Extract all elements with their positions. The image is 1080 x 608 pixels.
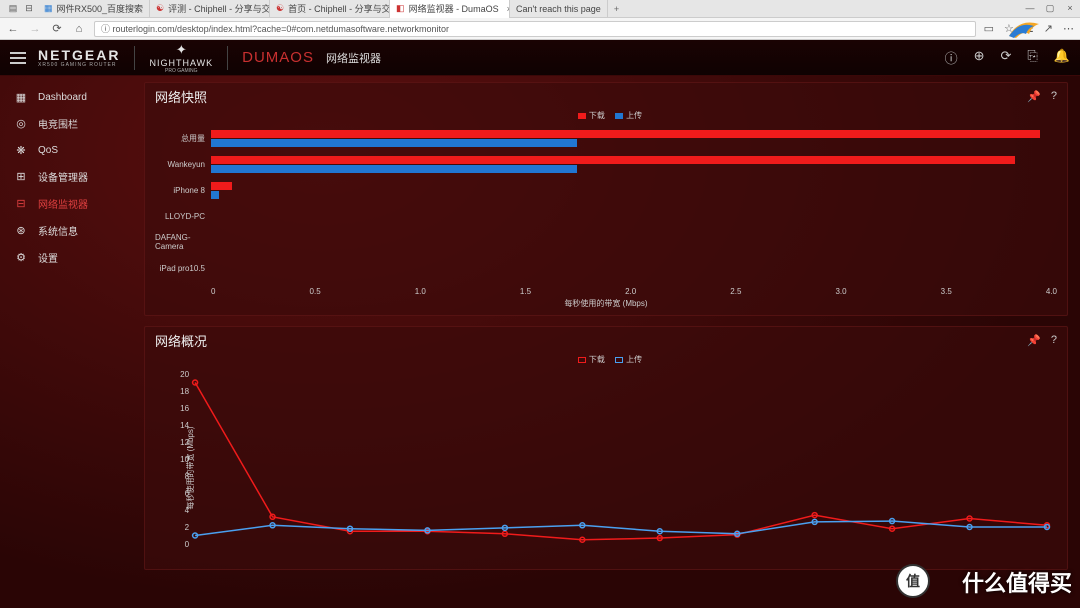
sidebar-item-gear[interactable]: ⚙ 设置 xyxy=(0,244,140,271)
browser-tab-active[interactable]: ◧网络监视器 - DumaOS× xyxy=(390,0,510,18)
help-icon[interactable]: ? xyxy=(1051,90,1057,103)
sidebar-item-system[interactable]: ⊛ 系统信息 xyxy=(0,217,140,244)
devices-icon: ⊞ xyxy=(14,170,28,184)
bar-row xyxy=(211,229,1057,255)
minimize-button[interactable]: — xyxy=(1020,3,1040,14)
bar-category-label: DAFANG-Camera xyxy=(155,229,211,255)
sidebar-item-label: QoS xyxy=(38,145,58,156)
bar-category-label: 总用量 xyxy=(155,125,211,151)
app-header: NETGEAR XR500 GAMING ROUTER ✦ NIGHTHAWK … xyxy=(0,40,1080,76)
watermark-badge: 值 xyxy=(896,564,930,598)
bar-segment xyxy=(211,191,219,199)
sidebar-item-monitor[interactable]: ⊟ 网络监视器 xyxy=(0,190,140,217)
globe-icon[interactable]: ⊕ xyxy=(974,48,985,67)
bar-category-label: iPad pro10.5 xyxy=(155,255,211,281)
bar-row xyxy=(211,151,1057,177)
svg-text:18: 18 xyxy=(180,387,189,396)
bar-category-label: Wankeyun xyxy=(155,151,211,177)
bar-segment xyxy=(211,156,1015,164)
browser-tab[interactable]: ▦网件RX500_百度搜索 xyxy=(38,0,150,18)
x-axis: 00.51.01.52.02.53.03.54.0 xyxy=(145,285,1067,296)
main-content: 网络快照 📌 ? 下载 上传 总用量WankeyuniPhone 8LLOYD-… xyxy=(140,76,1080,608)
bar-row xyxy=(211,177,1057,203)
share-icon[interactable]: ↗ xyxy=(1044,22,1053,35)
bar-segment xyxy=(211,130,1040,138)
maximize-button[interactable]: ▢ xyxy=(1040,3,1060,14)
thunderbird-overlay-icon xyxy=(1004,16,1044,46)
gear-icon: ⚙ xyxy=(14,251,28,265)
sidebar-item-devices[interactable]: ⊞ 设备管理器 xyxy=(0,163,140,190)
sidebar-item-target[interactable]: ◎ 电竞围栏 xyxy=(0,110,140,137)
sidebar-item-label: 系统信息 xyxy=(38,223,78,238)
app-root: NETGEAR XR500 GAMING ROUTER ✦ NIGHTHAWK … xyxy=(0,40,1080,608)
svg-text:0: 0 xyxy=(185,540,190,549)
tab-list-icon[interactable]: ▤ xyxy=(6,2,20,16)
chart-legend: 下载 上传 xyxy=(145,352,1067,367)
svg-text:20: 20 xyxy=(180,370,189,379)
line-chart: 每秒使用的带宽 (Mbps) 02468101214161820 xyxy=(145,367,1067,569)
sidebar-item-label: 设置 xyxy=(38,250,58,265)
system-icon: ⊛ xyxy=(14,224,28,238)
brand-netgear: NETGEAR XR500 GAMING ROUTER xyxy=(38,48,120,68)
svg-text:16: 16 xyxy=(180,404,189,413)
monitor-icon: ⊟ xyxy=(14,197,28,211)
svg-text:2: 2 xyxy=(185,523,190,532)
new-tab-button[interactable]: + xyxy=(608,4,625,14)
browser-tab[interactable]: ☯评测 - Chiphell - 分享与交 xyxy=(150,0,270,18)
pin-icon[interactable]: 📌 xyxy=(1027,90,1041,103)
bar-row xyxy=(211,203,1057,229)
reboot-icon[interactable]: ⟳ xyxy=(1001,48,1012,67)
x-axis-title: 每秒使用的带宽 (Mbps) xyxy=(145,296,1067,315)
brand-nighthawk: ✦ NIGHTHAWK PRO GAMING xyxy=(149,42,213,74)
home-button[interactable]: ⌂ xyxy=(72,22,86,36)
flower-icon: ❋ xyxy=(14,143,28,157)
logout-icon[interactable]: ⎘ xyxy=(1027,48,1037,67)
watermark-text: 什么值得买 xyxy=(962,566,1072,598)
dashboard-icon: ▦ xyxy=(14,90,28,104)
sidebar-item-label: 设备管理器 xyxy=(38,169,88,184)
help-icon[interactable]: ⓘ xyxy=(945,48,958,67)
sidebar-item-label: 网络监视器 xyxy=(38,196,88,211)
bar-chart: 总用量WankeyuniPhone 8LLOYD-PCDAFANG-Camera… xyxy=(145,123,1067,285)
divider xyxy=(227,46,228,70)
target-icon: ◎ xyxy=(14,117,28,131)
browser-tab[interactable]: ☯首页 - Chiphell - 分享与交 xyxy=(270,0,390,18)
pin-icon[interactable]: 📌 xyxy=(1027,334,1041,347)
bar-segment xyxy=(211,165,577,173)
divider xyxy=(134,46,135,70)
menu-icon[interactable] xyxy=(10,52,26,64)
bell-icon[interactable]: 🔔 xyxy=(1054,48,1070,67)
help-icon[interactable]: ? xyxy=(1051,334,1057,347)
brand-dumaos: DUMAOS xyxy=(242,49,314,66)
reader-icon[interactable]: ▭ xyxy=(984,22,994,35)
url-input[interactable]: ⓘ routerlogin.com/desktop/index.html?cac… xyxy=(94,21,976,37)
bar-segment xyxy=(211,139,577,147)
browser-tab[interactable]: Can't reach this page xyxy=(510,0,608,18)
page-title: 网络监视器 xyxy=(326,50,381,66)
browser-tab-strip: ▤ ⊟ ▦网件RX500_百度搜索 ☯评测 - Chiphell - 分享与交 … xyxy=(0,0,1080,18)
back-button[interactable]: ← xyxy=(6,22,20,36)
sidebar-item-flower[interactable]: ❋ QoS xyxy=(0,137,140,163)
bar-category-label: LLOYD-PC xyxy=(155,203,211,229)
chart-legend: 下载 上传 xyxy=(145,108,1067,123)
panel-overview: 网络概况 📌 ? 下载 上传 每秒使用的带宽 (Mbps) 0246810121… xyxy=(144,326,1068,570)
panel-snapshot: 网络快照 📌 ? 下载 上传 总用量WankeyuniPhone 8LLOYD-… xyxy=(144,82,1068,316)
bar-row xyxy=(211,125,1057,151)
close-button[interactable]: × xyxy=(1060,3,1080,14)
bar-segment xyxy=(211,182,232,190)
more-icon[interactable]: ⋯ xyxy=(1063,22,1074,35)
panel-title: 网络概况 xyxy=(155,331,207,350)
sidebar-item-dashboard[interactable]: ▦ Dashboard xyxy=(0,84,140,110)
bar-row xyxy=(211,255,1057,281)
forward-button[interactable]: → xyxy=(28,22,42,36)
panel-title: 网络快照 xyxy=(155,87,207,106)
browser-toolbar: ← → ⟳ ⌂ ⓘ routerlogin.com/desktop/index.… xyxy=(0,18,1080,40)
bar-category-label: iPhone 8 xyxy=(155,177,211,203)
tab-pin-icon[interactable]: ⊟ xyxy=(22,2,36,16)
sidebar-item-label: Dashboard xyxy=(38,92,87,103)
refresh-button[interactable]: ⟳ xyxy=(50,22,64,36)
sidebar-item-label: 电竞围栏 xyxy=(38,116,78,131)
sidebar: ▦ Dashboard ◎ 电竞围栏 ❋ QoS ⊞ 设备管理器 ⊟ 网络监视器 ⊛ 系统信息 ⚙ 设置 xyxy=(0,76,140,608)
